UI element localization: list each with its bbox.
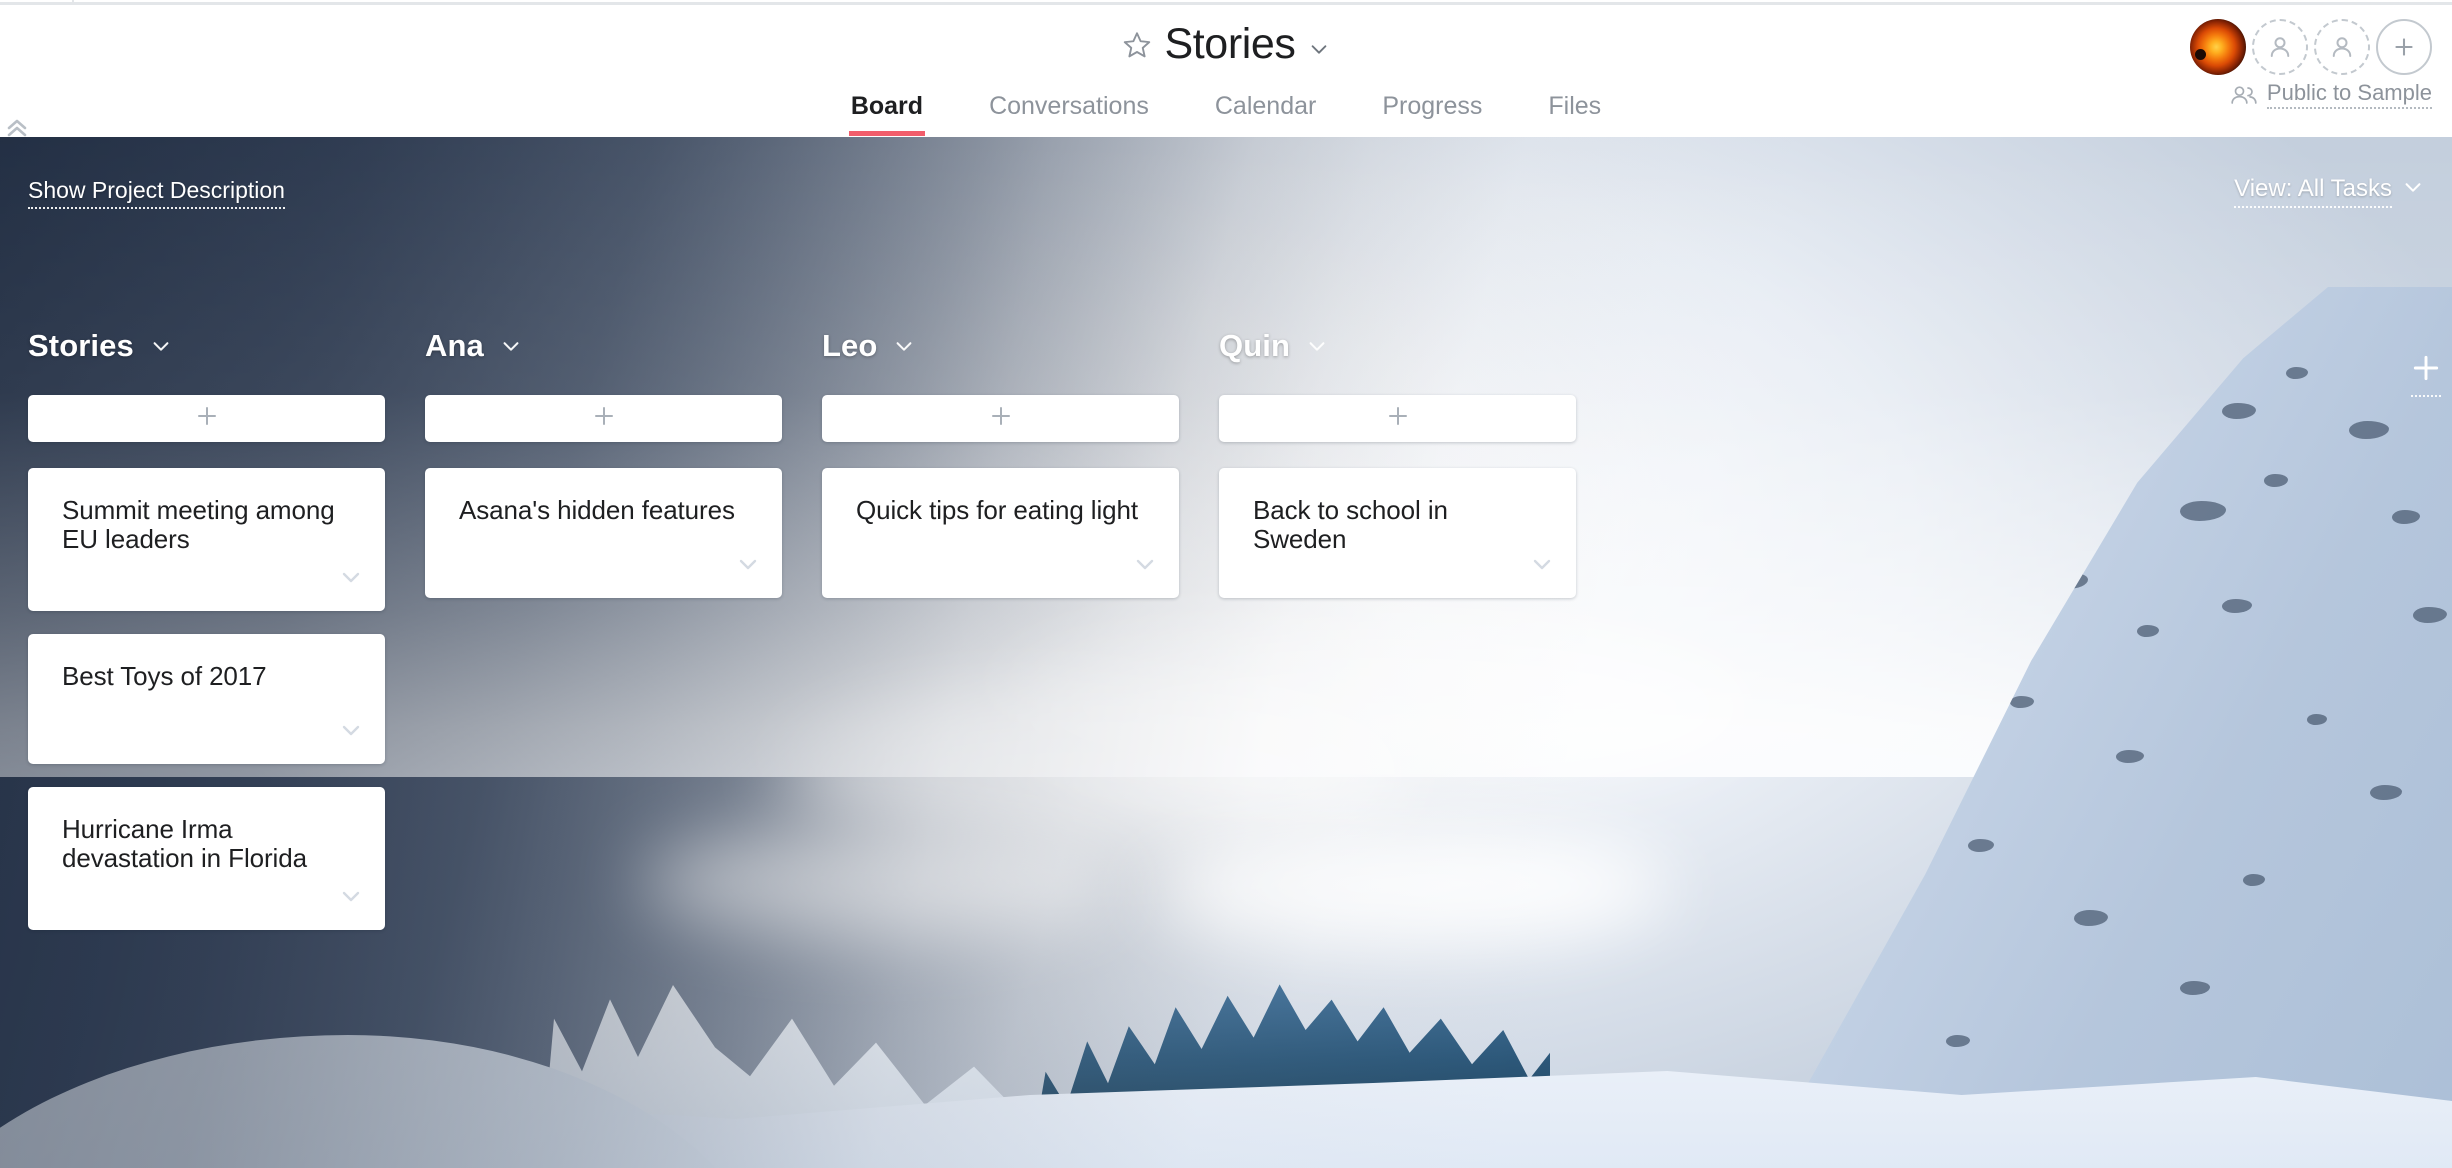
task-card-title: Hurricane Irma devastation in Florida	[62, 814, 307, 874]
chevron-down-icon[interactable]	[339, 884, 363, 908]
plus-icon	[195, 404, 219, 433]
add-column-button[interactable]	[2406, 352, 2446, 397]
task-card[interactable]: Best Toys of 2017	[28, 634, 385, 764]
chevron-down-icon[interactable]	[893, 335, 915, 357]
chevron-down-icon[interactable]	[500, 335, 522, 357]
add-task-button[interactable]	[28, 395, 385, 442]
board-column-quin: Quin Back to school in Sweden	[1219, 327, 1576, 953]
app-header: Stories Board Conversations Calendar Pro…	[0, 5, 2452, 137]
task-card[interactable]: Quick tips for eating light	[822, 468, 1179, 598]
avatar[interactable]	[2190, 19, 2246, 75]
task-card-title: Quick tips for eating light	[856, 495, 1138, 525]
add-task-button[interactable]	[425, 395, 782, 442]
board-area: Show Project Description View: All Tasks	[0, 137, 2452, 1168]
chevron-down-icon[interactable]	[1530, 552, 1554, 576]
add-task-button[interactable]	[1219, 395, 1576, 442]
tab-bar: Board Conversations Calendar Progress Fi…	[0, 91, 2452, 136]
plus-icon	[592, 404, 616, 433]
people-icon	[2229, 84, 2259, 106]
header-right-cluster: Public to Sample	[2190, 19, 2432, 109]
column-header[interactable]: Ana	[425, 327, 782, 365]
chevron-down-icon[interactable]	[1306, 335, 1328, 357]
task-card-title: Asana's hidden features	[459, 495, 735, 525]
chevron-down-icon	[2402, 176, 2424, 207]
plus-icon	[1386, 404, 1410, 433]
board-column-ana: Ana Asana's hidden features	[425, 327, 782, 953]
plus-icon	[2410, 352, 2442, 389]
task-card-title: Best Toys of 2017	[62, 661, 267, 691]
task-card[interactable]: Asana's hidden features	[425, 468, 782, 598]
column-title: Leo	[822, 328, 878, 363]
chevron-down-icon[interactable]	[339, 565, 363, 589]
page-title: Stories	[1164, 20, 1296, 68]
column-title: Stories	[28, 328, 134, 363]
share-status-label: Public to Sample	[2266, 81, 2432, 109]
share-status[interactable]: Public to Sample	[2229, 81, 2432, 109]
add-task-button[interactable]	[822, 395, 1179, 442]
board-column-leo: Leo Quick tips for eating light	[822, 327, 1179, 953]
column-title: Quin	[1219, 328, 1290, 363]
project-title-row: Stories	[0, 23, 2452, 66]
tab-board[interactable]: Board	[818, 91, 956, 136]
member-placeholder-avatar-1[interactable]	[2252, 19, 2308, 75]
chevron-down-icon[interactable]	[736, 552, 760, 576]
member-avatars	[2190, 19, 2432, 75]
view-filter-label: View: All Tasks	[2234, 175, 2392, 208]
column-header[interactable]: Stories	[28, 327, 385, 365]
task-card[interactable]: Summit meeting among EU leaders	[28, 468, 385, 611]
show-project-description-link[interactable]: Show Project Description	[28, 177, 285, 209]
task-card[interactable]: Hurricane Irma devastation in Florida	[28, 787, 385, 930]
column-header[interactable]: Quin	[1219, 327, 1576, 365]
tab-files[interactable]: Files	[1515, 91, 1634, 136]
chevron-down-icon[interactable]	[1133, 552, 1157, 576]
chevron-down-icon[interactable]	[1308, 38, 1330, 60]
chevron-down-icon[interactable]	[339, 718, 363, 742]
tab-calendar[interactable]: Calendar	[1182, 91, 1349, 136]
column-title: Ana	[425, 328, 484, 363]
chevron-down-icon[interactable]	[150, 335, 172, 357]
member-placeholder-avatar-2[interactable]	[2314, 19, 2370, 75]
tab-progress[interactable]: Progress	[1349, 91, 1515, 136]
board-column-stories: Stories Summit meeting among EU leaders …	[28, 327, 385, 953]
board-overlay-ui: Show Project Description View: All Tasks	[0, 137, 2452, 1168]
task-card-title: Summit meeting among EU leaders	[62, 495, 335, 555]
view-filter-dropdown[interactable]: View: All Tasks	[2234, 175, 2424, 208]
column-header[interactable]: Leo	[822, 327, 1179, 365]
tab-conversations[interactable]: Conversations	[956, 91, 1182, 136]
task-card-title: Back to school in Sweden	[1253, 495, 1448, 555]
add-member-button[interactable]	[2376, 19, 2432, 75]
task-card[interactable]: Back to school in Sweden	[1219, 468, 1576, 598]
star-outline-icon[interactable]	[1122, 30, 1152, 60]
board-columns: Stories Summit meeting among EU leaders …	[28, 327, 1576, 953]
plus-icon	[989, 404, 1013, 433]
